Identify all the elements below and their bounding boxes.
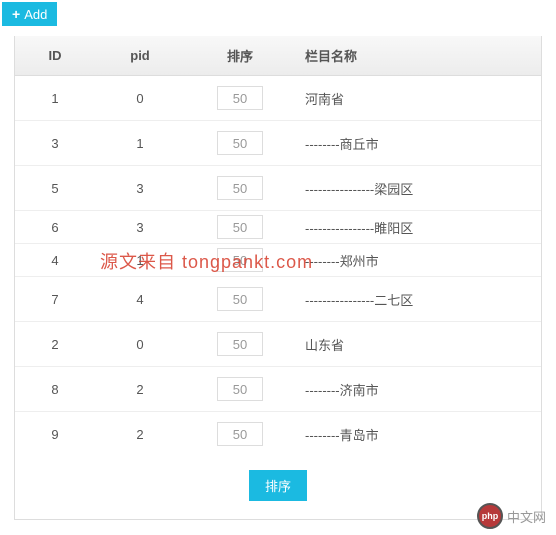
- cell-sort: [185, 412, 295, 457]
- sort-input[interactable]: [217, 422, 263, 446]
- cell-sort: [185, 322, 295, 367]
- sort-input[interactable]: [217, 176, 263, 200]
- cell-pid: 4: [95, 277, 185, 322]
- sort-input[interactable]: [217, 287, 263, 311]
- php-logo-icon: php: [477, 503, 503, 529]
- cell-sort: [185, 211, 295, 244]
- cell-pid: 3: [95, 211, 185, 244]
- cell-pid: 0: [95, 76, 185, 121]
- cell-id: 4: [15, 244, 95, 277]
- cell-name: 河南省: [295, 76, 541, 121]
- cell-id: 2: [15, 322, 95, 367]
- table-row: 7 4 ----------------二七区: [15, 277, 541, 322]
- cell-sort: [185, 166, 295, 211]
- logo-text: 中文网: [507, 507, 546, 526]
- table-row: 8 2 --------济南市: [15, 367, 541, 412]
- col-sort: 排序: [185, 36, 295, 76]
- table-row: 3 1 --------商丘市: [15, 121, 541, 166]
- col-name: 栏目名称: [295, 36, 541, 76]
- cell-name: 山东省: [295, 322, 541, 367]
- cell-name: ----------------睢阳区: [295, 211, 541, 244]
- sort-input[interactable]: [217, 377, 263, 401]
- sort-input[interactable]: [217, 248, 263, 272]
- footer-row: 排序: [15, 456, 541, 519]
- cell-pid: 2: [95, 367, 185, 412]
- data-table: ID pid 排序 栏目名称 1 0 河南省 3 1 --------商丘市 5…: [15, 36, 541, 519]
- cell-id: 6: [15, 211, 95, 244]
- add-button-label: Add: [24, 7, 47, 22]
- cell-sort: [185, 277, 295, 322]
- col-pid: pid: [95, 36, 185, 76]
- table-header-row: ID pid 排序 栏目名称: [15, 36, 541, 76]
- site-logo: php 中文网: [477, 503, 546, 529]
- cell-id: 9: [15, 412, 95, 457]
- cell-sort: [185, 121, 295, 166]
- sort-input[interactable]: [217, 332, 263, 356]
- table-row: 4 1 --------郑州市: [15, 244, 541, 277]
- cell-sort: [185, 367, 295, 412]
- table-row: 9 2 --------青岛市: [15, 412, 541, 457]
- table-panel: ID pid 排序 栏目名称 1 0 河南省 3 1 --------商丘市 5…: [14, 36, 542, 520]
- add-button[interactable]: + Add: [2, 2, 57, 26]
- cell-id: 8: [15, 367, 95, 412]
- cell-pid: 3: [95, 166, 185, 211]
- cell-name: --------济南市: [295, 367, 541, 412]
- cell-pid: 1: [95, 244, 185, 277]
- cell-name: --------青岛市: [295, 412, 541, 457]
- table-row: 1 0 河南省: [15, 76, 541, 121]
- cell-id: 5: [15, 166, 95, 211]
- sort-button[interactable]: 排序: [249, 470, 307, 501]
- sort-input[interactable]: [217, 131, 263, 155]
- sort-input[interactable]: [217, 215, 263, 239]
- cell-id: 7: [15, 277, 95, 322]
- cell-id: 3: [15, 121, 95, 166]
- cell-pid: 1: [95, 121, 185, 166]
- cell-id: 1: [15, 76, 95, 121]
- cell-sort: [185, 244, 295, 277]
- sort-input[interactable]: [217, 86, 263, 110]
- cell-name: ----------------二七区: [295, 277, 541, 322]
- cell-sort: [185, 76, 295, 121]
- cell-name: --------郑州市: [295, 244, 541, 277]
- cell-name: ----------------梁园区: [295, 166, 541, 211]
- table-row: 5 3 ----------------梁园区: [15, 166, 541, 211]
- cell-name: --------商丘市: [295, 121, 541, 166]
- cell-pid: 0: [95, 322, 185, 367]
- table-row: 6 3 ----------------睢阳区: [15, 211, 541, 244]
- plus-icon: +: [12, 6, 20, 22]
- table-row: 2 0 山东省: [15, 322, 541, 367]
- cell-pid: 2: [95, 412, 185, 457]
- col-id: ID: [15, 36, 95, 76]
